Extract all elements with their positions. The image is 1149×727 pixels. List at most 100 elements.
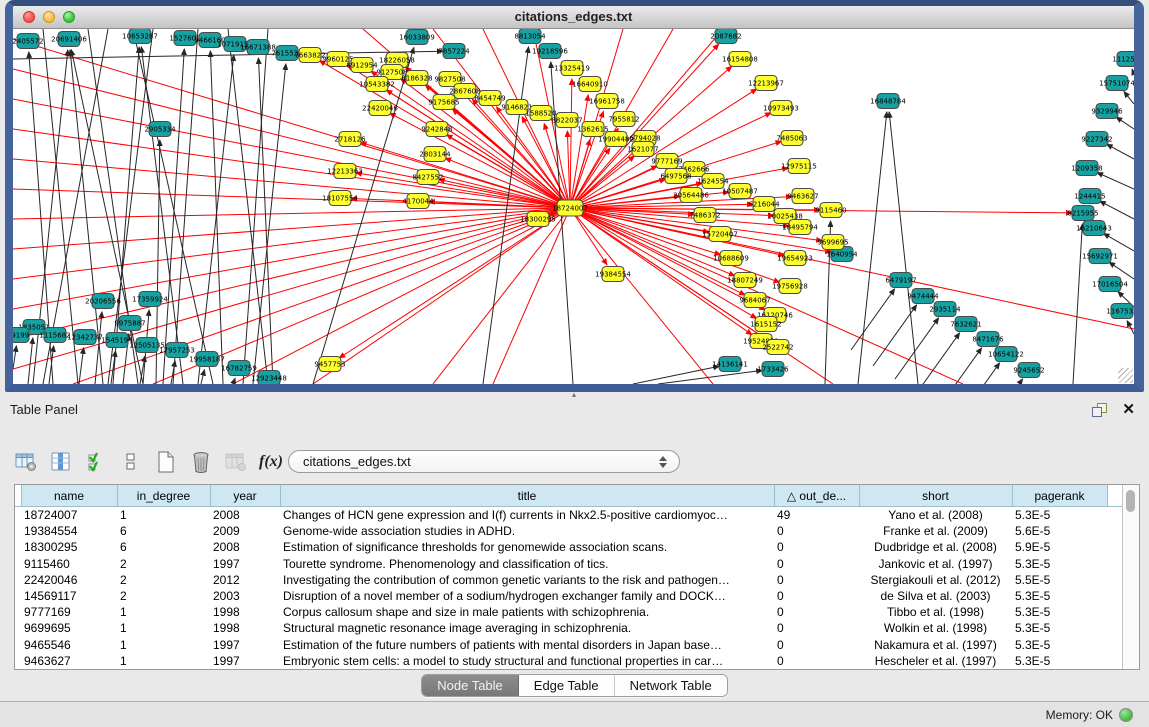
graph-node[interactable]: 10973493 xyxy=(763,101,799,116)
cell-title[interactable]: Investigating the contribution of common… xyxy=(280,572,774,588)
cell-outdeg[interactable]: 0 xyxy=(774,604,859,620)
tab-edge-table[interactable]: Edge Table xyxy=(519,675,615,696)
graph-node[interactable]: 2087682 xyxy=(710,29,741,44)
cell-name[interactable]: 22420046 xyxy=(21,572,117,588)
graph-node[interactable]: 2905334 xyxy=(144,122,176,137)
cell-year[interactable]: 1997 xyxy=(210,653,280,669)
graph-node[interactable]: 9245652 xyxy=(1013,363,1044,378)
graph-node[interactable]: 12213363 xyxy=(327,164,363,179)
new-document-icon[interactable] xyxy=(154,450,178,474)
cell-title[interactable]: Disruption of a novel member of a sodium… xyxy=(280,588,774,604)
cell-short[interactable]: de Silva et al. (2003) xyxy=(859,588,1012,604)
cell-outdeg[interactable]: 0 xyxy=(774,620,859,636)
graph-node[interactable]: 10654122 xyxy=(988,347,1024,362)
cell-year[interactable]: 1998 xyxy=(210,620,280,636)
cell-short[interactable]: Franke et al. (2009) xyxy=(859,523,1012,539)
table-gear-icon[interactable] xyxy=(14,450,38,474)
cell-year[interactable]: 2008 xyxy=(210,507,280,524)
table-row[interactable]: 969969511998Structural magnetic resonanc… xyxy=(15,620,1122,636)
cell-pagerank[interactable]: 5.5E-5 xyxy=(1012,572,1107,588)
cell-short[interactable]: Yano et al. (2008) xyxy=(859,507,1012,524)
cell-year[interactable]: 1997 xyxy=(210,556,280,572)
graph-node[interactable]: 9457753 xyxy=(314,357,345,372)
graph-node[interactable]: 6497568 xyxy=(660,169,691,184)
table-scrollbar[interactable] xyxy=(1122,485,1139,669)
cell-short[interactable]: Stergiakouli et al. (2012) xyxy=(859,572,1012,588)
graph-node[interactable]: 1115682 xyxy=(39,328,70,343)
graph-node[interactable]: 2405572 xyxy=(13,34,44,49)
cell-outdeg[interactable]: 49 xyxy=(774,507,859,524)
graph-node[interactable]: 12975115 xyxy=(781,159,817,174)
graph-node[interactable]: 9175685 xyxy=(428,95,459,110)
table-row[interactable]: 1456911722003Disruption of a novel membe… xyxy=(15,588,1122,604)
cell-title[interactable]: Estimation of significance thresholds fo… xyxy=(280,539,774,555)
graph-node[interactable]: 8813054 xyxy=(514,29,546,44)
table-row[interactable]: 2242004622012Investigating the contribut… xyxy=(15,572,1122,588)
cell-title[interactable]: Structural magnetic resonance image aver… xyxy=(280,620,774,636)
cell-title[interactable]: Tourette syndrome. Phenomenology and cla… xyxy=(280,556,774,572)
cell-pagerank[interactable]: 5.6E-5 xyxy=(1012,523,1107,539)
cell-indeg[interactable]: 1 xyxy=(117,620,210,636)
graph-node[interactable]: 1244415 xyxy=(1074,189,1105,204)
column-header-pagerank[interactable]: pagerank xyxy=(1012,485,1107,507)
cell-title[interactable]: Changes of HCN gene expression and I(f) … xyxy=(280,507,774,524)
graph-node[interactable]: 1621077 xyxy=(627,142,658,157)
cell-pagerank[interactable]: 5.3E-5 xyxy=(1012,604,1107,620)
column-header-name[interactable]: name xyxy=(21,485,117,507)
cell-name[interactable]: 9115460 xyxy=(21,556,117,572)
cell-indeg[interactable]: 2 xyxy=(117,556,210,572)
cell-year[interactable]: 2012 xyxy=(210,572,280,588)
cell-short[interactable]: Jankovic et al. (1997) xyxy=(859,556,1012,572)
graph-node[interactable]: 1733426 xyxy=(757,362,789,377)
graph-node[interactable]: 12213967 xyxy=(748,76,784,91)
graph-node[interactable]: 16782759 xyxy=(221,361,257,376)
cell-name[interactable]: 9777169 xyxy=(21,604,117,620)
graph-node[interactable]: 7632621 xyxy=(950,317,981,332)
graph-node[interactable]: 7663822 xyxy=(294,48,325,63)
cell-year[interactable]: 1997 xyxy=(210,637,280,653)
table-row[interactable]: 911546021997Tourette syndrome. Phenomeno… xyxy=(15,556,1122,572)
cell-indeg[interactable]: 2 xyxy=(117,588,210,604)
window-resize-grip[interactable] xyxy=(1118,368,1133,383)
graph-node[interactable]: 39199 xyxy=(13,328,29,343)
stacked-squares-icon[interactable] xyxy=(119,450,143,474)
cell-short[interactable]: Hescheler et al. (1997) xyxy=(859,653,1012,669)
checklist-icon[interactable] xyxy=(84,450,108,474)
cell-short[interactable]: Dudbridge et al. (2008) xyxy=(859,539,1012,555)
tab-node-table[interactable]: Node Table xyxy=(422,675,519,696)
cell-outdeg[interactable]: 0 xyxy=(774,523,859,539)
graph-node[interactable]: 10507487 xyxy=(722,184,758,199)
graph-node[interactable]: 1167533 xyxy=(1106,304,1134,319)
graph-node[interactable]: 7485063 xyxy=(776,131,807,146)
graph-node[interactable]: 19218596 xyxy=(532,44,568,59)
graph-node[interactable]: 9463627 xyxy=(787,189,818,204)
graph-node[interactable]: 16640910 xyxy=(572,77,608,92)
cell-title[interactable]: Estimation of the future numbers of pati… xyxy=(280,637,774,653)
graph-node[interactable]: 8427552 xyxy=(412,170,443,185)
cell-name[interactable]: 18724007 xyxy=(21,507,117,524)
graph-node[interactable]: 1615152 xyxy=(750,317,781,332)
graph-node[interactable]: 18107554 xyxy=(322,191,358,206)
graph-node[interactable]: 16961758 xyxy=(589,94,625,109)
graph-node[interactable]: 15751074 xyxy=(1099,76,1134,91)
float-panel-icon[interactable] xyxy=(1092,403,1107,417)
cell-year[interactable]: 2008 xyxy=(210,539,280,555)
cell-pagerank[interactable]: 5.3E-5 xyxy=(1012,556,1107,572)
network-canvas[interactable]: 2405572206914061065328715276029466160107… xyxy=(13,29,1134,384)
table-row[interactable]: 946554611997Estimation of the future num… xyxy=(15,637,1122,653)
cell-year[interactable]: 1998 xyxy=(210,604,280,620)
graph-node[interactable]: 1362615 xyxy=(577,122,608,137)
table-row[interactable]: 977716911998Corpus callosum shape and si… xyxy=(15,604,1122,620)
graph-node[interactable]: 9329946 xyxy=(1091,104,1123,119)
graph-node[interactable]: 18724007 xyxy=(552,200,588,216)
graph-node[interactable]: 22420046 xyxy=(362,101,398,116)
cell-title[interactable]: Corpus callosum shape and size in male p… xyxy=(280,604,774,620)
minimize-window-button[interactable] xyxy=(43,11,55,23)
cell-indeg[interactable]: 1 xyxy=(117,507,210,524)
graph-node[interactable]: 17016504 xyxy=(1092,277,1128,292)
graph-node[interactable]: 10688609 xyxy=(713,251,749,266)
cell-name[interactable]: 9699695 xyxy=(21,620,117,636)
graph-node[interactable]: 1624554 xyxy=(697,174,729,189)
cell-pagerank[interactable]: 5.3E-5 xyxy=(1012,507,1107,524)
graph-node[interactable]: 13325419 xyxy=(554,61,590,76)
